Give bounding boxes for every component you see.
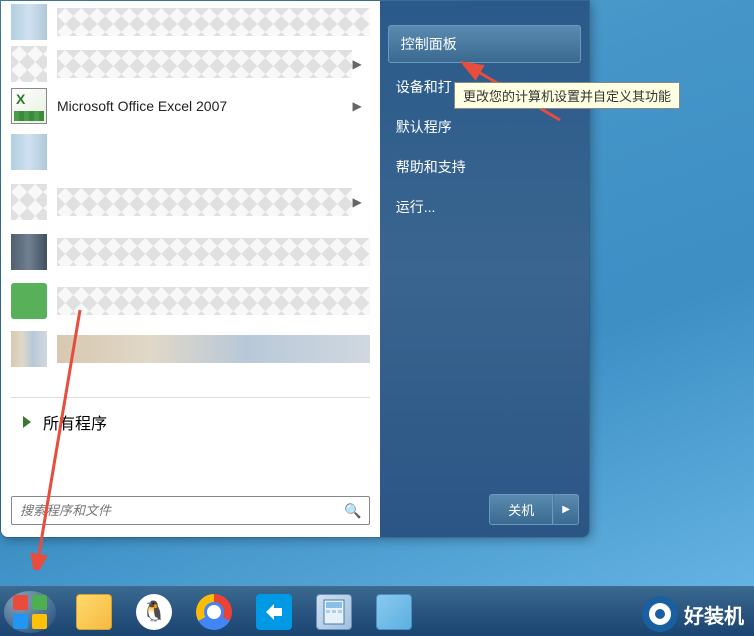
program-icon-blurred	[11, 134, 47, 170]
program-item-pixelated[interactable]: ▶	[1, 43, 380, 85]
taskbar-calculator[interactable]	[306, 591, 362, 633]
shutdown-area: 关机 ▶	[489, 494, 579, 525]
program-icon-blurred	[11, 184, 47, 220]
control-panel-button[interactable]: 控制面板	[388, 25, 581, 63]
program-item-pixelated[interactable]	[1, 227, 380, 277]
qq-icon: 🐧	[136, 594, 172, 630]
program-label-blurred	[57, 287, 370, 315]
start-button[interactable]	[4, 591, 56, 633]
submenu-arrow-icon: ▶	[352, 195, 361, 209]
annotation-arrow-start-button	[0, 305, 85, 570]
taskbar-file-explorer[interactable]	[66, 591, 122, 633]
program-icon-blurred	[11, 46, 47, 82]
program-label-blurred	[57, 188, 352, 216]
program-icon-blurred	[11, 4, 47, 40]
windows-logo-icon	[13, 595, 47, 629]
control-panel-tooltip: 更改您的计算机设置并自定义其功能	[454, 82, 680, 109]
watermark-icon	[642, 596, 678, 632]
program-item-pixelated[interactable]	[1, 127, 380, 177]
chrome-icon	[196, 594, 232, 630]
search-icon: 🔍	[344, 502, 361, 519]
taskbar-bird-app[interactable]	[246, 591, 302, 633]
taskbar-chrome[interactable]	[186, 591, 242, 633]
program-item-pixelated[interactable]: ▶	[1, 177, 380, 227]
excel-icon	[11, 88, 47, 124]
folder-icon	[376, 594, 412, 630]
help-support-button[interactable]: 帮助和支持	[380, 147, 589, 187]
submenu-arrow-icon: ▶	[352, 57, 361, 71]
program-label-blurred	[57, 8, 370, 36]
program-label-blurred	[57, 238, 370, 266]
file-explorer-icon	[76, 594, 112, 630]
taskbar-folder[interactable]	[366, 591, 422, 633]
program-item-pixelated[interactable]	[1, 1, 380, 43]
shutdown-button[interactable]: 关机	[489, 494, 553, 525]
program-icon-blurred	[11, 234, 47, 270]
program-label-blurred	[57, 335, 370, 363]
program-label-excel: Microsoft Office Excel 2007	[57, 98, 352, 114]
taskbar-qq[interactable]: 🐧	[126, 591, 182, 633]
calculator-icon	[316, 594, 352, 630]
bird-icon	[256, 594, 292, 630]
watermark: 好装机	[642, 596, 744, 632]
run-button[interactable]: 运行...	[380, 187, 589, 227]
program-label-blurred	[57, 50, 352, 78]
shutdown-options-button[interactable]: ▶	[553, 494, 579, 525]
taskbar: 🐧	[0, 586, 754, 636]
watermark-text: 好装机	[684, 600, 744, 629]
program-item-excel[interactable]: Microsoft Office Excel 2007 ▶	[1, 85, 380, 127]
submenu-arrow-icon: ▶	[352, 99, 361, 113]
